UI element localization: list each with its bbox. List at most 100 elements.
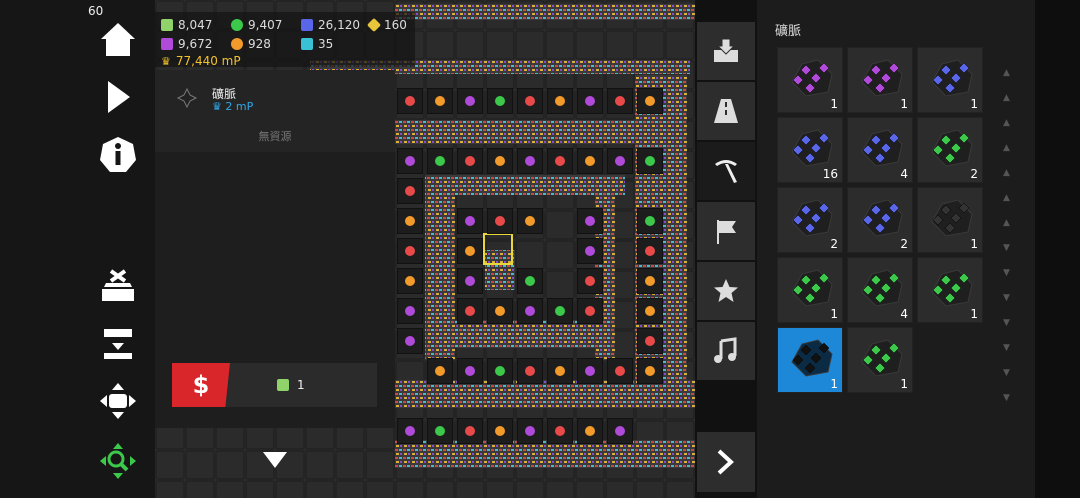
purple-ore-icon (161, 38, 173, 50)
extractor-building[interactable] (427, 88, 453, 114)
extractor-building[interactable] (637, 328, 663, 354)
tab-music[interactable] (697, 322, 755, 380)
extractor-building[interactable] (457, 268, 483, 294)
palette-item[interactable]: 1 (777, 47, 843, 113)
extractor-building[interactable] (547, 88, 573, 114)
clear-button[interactable] (90, 260, 146, 310)
palette-item[interactable]: 1 (777, 257, 843, 323)
extractor-building[interactable] (517, 298, 543, 324)
extractor-building[interactable] (427, 418, 453, 444)
extractor-building[interactable] (517, 208, 543, 234)
extractor-building[interactable] (637, 298, 663, 324)
extractor-building[interactable] (637, 268, 663, 294)
resource-indicator (645, 366, 655, 376)
tab-download[interactable] (697, 22, 755, 80)
resource-indicator (555, 426, 565, 436)
extractor-building[interactable] (457, 88, 483, 114)
extractor-building[interactable] (487, 298, 513, 324)
tab-favorites[interactable] (697, 262, 755, 320)
extractor-building[interactable] (457, 358, 483, 384)
extractor-building[interactable] (637, 238, 663, 264)
extractor-building[interactable] (487, 208, 513, 234)
move-button[interactable] (90, 376, 146, 426)
extractor-building[interactable] (397, 298, 423, 324)
extractor-building[interactable] (547, 148, 573, 174)
extractor-building[interactable] (457, 238, 483, 264)
ore-vein-icon (791, 339, 833, 377)
extractor-building[interactable] (397, 88, 423, 114)
extractor-building[interactable] (577, 358, 603, 384)
resource-bar: 8,047 9,407 26,120 160 9,672 928 35 ♛ 77,… (155, 12, 415, 68)
extractor-building[interactable] (637, 358, 663, 384)
extractor-building[interactable] (457, 298, 483, 324)
extractor-building[interactable] (577, 208, 603, 234)
extractor-building[interactable] (457, 208, 483, 234)
tab-flag[interactable] (697, 202, 755, 260)
tab-mining[interactable] (697, 142, 755, 200)
extractor-building[interactable] (397, 238, 423, 264)
extractor-building[interactable] (487, 418, 513, 444)
extractor-building[interactable] (427, 358, 453, 384)
scroll-down-indicator: ▼ (1003, 368, 1010, 378)
collapse-panel-button[interactable] (262, 450, 288, 474)
palette-item[interactable]: 1 (917, 187, 983, 253)
extractor-building[interactable] (487, 358, 513, 384)
palette-item[interactable]: 1 (777, 327, 843, 393)
extractor-building[interactable] (547, 298, 573, 324)
extractor-building[interactable] (397, 268, 423, 294)
extractor-building[interactable] (577, 268, 603, 294)
extractor-building[interactable] (547, 358, 573, 384)
palette-item[interactable]: 2 (917, 117, 983, 183)
extractor-building[interactable] (577, 88, 603, 114)
extractor-building[interactable] (577, 418, 603, 444)
tab-next[interactable] (697, 432, 755, 492)
palette-item[interactable]: 2 (847, 187, 913, 253)
extractor-building[interactable] (397, 418, 423, 444)
extractor-building[interactable] (397, 208, 423, 234)
palette-item[interactable]: 1 (917, 257, 983, 323)
extractor-building[interactable] (607, 88, 633, 114)
home-button[interactable] (90, 14, 146, 64)
palette-item[interactable]: 4 (847, 117, 913, 183)
extractor-building[interactable] (517, 358, 543, 384)
palette-item[interactable]: 4 (847, 257, 913, 323)
layer-button[interactable] (90, 318, 146, 368)
extractor-building[interactable] (637, 88, 663, 114)
extractor-building[interactable] (637, 148, 663, 174)
extractor-building[interactable] (397, 178, 423, 204)
extractor-building[interactable] (487, 148, 513, 174)
palette-item[interactable]: 1 (917, 47, 983, 113)
item-count: 4 (900, 167, 908, 181)
palette-item[interactable]: 1 (847, 47, 913, 113)
extractor-building[interactable] (637, 208, 663, 234)
extractor-building[interactable] (517, 418, 543, 444)
extractor-building[interactable] (397, 148, 423, 174)
info-button[interactable] (90, 130, 146, 180)
resource-credits: 8,047 (161, 18, 212, 32)
extractor-building[interactable] (487, 88, 513, 114)
extractor-building[interactable] (607, 148, 633, 174)
sell-button[interactable]: $ (172, 363, 230, 407)
extractor-building[interactable] (517, 88, 543, 114)
blue-ore-icon (301, 19, 313, 31)
extractor-building[interactable] (517, 148, 543, 174)
zoom-button[interactable] (90, 436, 146, 486)
extractor-building[interactable] (577, 148, 603, 174)
tab-road[interactable] (697, 82, 755, 140)
extractor-building[interactable] (517, 268, 543, 294)
item-count: 2 (830, 237, 838, 251)
extractor-building[interactable] (427, 148, 453, 174)
extractor-building[interactable] (547, 418, 573, 444)
extractor-building[interactable] (607, 358, 633, 384)
palette-item[interactable]: 1 (847, 327, 913, 393)
extractor-building[interactable] (397, 328, 423, 354)
extractor-building[interactable] (607, 418, 633, 444)
extractor-building[interactable] (577, 238, 603, 264)
extractor-building[interactable] (457, 418, 483, 444)
play-button[interactable] (90, 72, 146, 122)
extractor-building[interactable] (577, 298, 603, 324)
star-icon (714, 279, 738, 302)
extractor-building[interactable] (457, 148, 483, 174)
palette-item[interactable]: 16 (777, 117, 843, 183)
palette-item[interactable]: 2 (777, 187, 843, 253)
